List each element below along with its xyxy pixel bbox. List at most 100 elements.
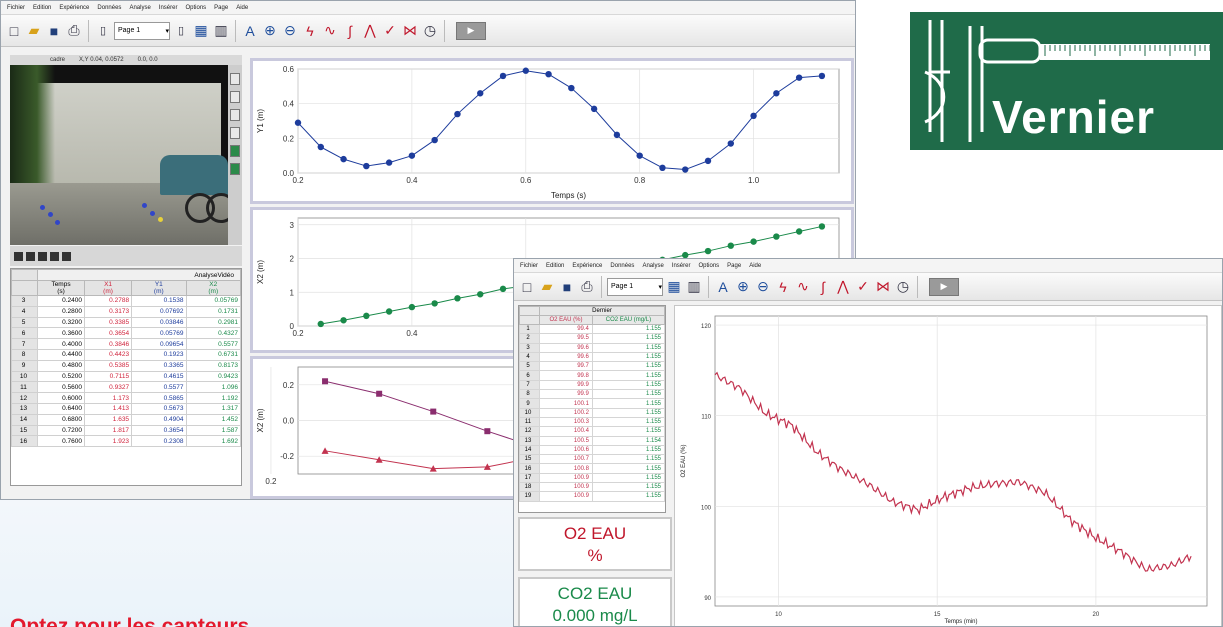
table-cell[interactable]: 99.5 [539, 333, 593, 344]
table-row[interactable]: 12 0.6000 1.173 0.5865 1.192 [11, 392, 241, 404]
table-row[interactable]: 16 100.8 1.155 [519, 463, 665, 474]
table-cell[interactable]: 0.4800 [36, 359, 86, 372]
collect-button[interactable]: ▶ [929, 277, 959, 296]
data-point[interactable] [477, 90, 484, 97]
data-point[interactable] [636, 152, 643, 159]
table-cell[interactable]: 0.2308 [131, 435, 187, 448]
data-point[interactable] [818, 72, 826, 80]
table-row[interactable]: 14 0.6800 1.635 0.4904 1.452 [11, 413, 241, 426]
table-row[interactable]: 15 100.7 1.155 [519, 454, 665, 465]
menu-options[interactable]: Options [185, 5, 206, 11]
menu-analyse[interactable]: Analyse [642, 263, 663, 269]
video-tool-photo-distance[interactable] [230, 127, 240, 139]
autoscale-icon[interactable]: A [714, 277, 732, 297]
stopwatch-icon[interactable]: ◷ [894, 277, 912, 297]
menu-fichier[interactable]: Fichier [7, 5, 25, 11]
column-header[interactable]: X2 (m) [185, 280, 241, 296]
table-cell[interactable]: 0.8173 [185, 359, 241, 372]
video-tool-sync[interactable] [230, 163, 240, 175]
table-cell[interactable]: 0.1923 [131, 348, 187, 361]
table-cell[interactable]: 0.3654 [84, 327, 133, 340]
table-row[interactable]: 3 0.2400 0.2788 0.1538 0.05769 [11, 295, 241, 307]
table-row[interactable]: 10 100.2 1.155 [519, 407, 665, 418]
data-point[interactable] [795, 74, 803, 81]
table-row[interactable]: 13 100.5 1.154 [519, 435, 665, 446]
data-point[interactable] [773, 90, 780, 97]
page-icon[interactable]: ▯ [94, 21, 112, 41]
menu-analyse[interactable]: Analyse [129, 5, 150, 11]
menu-aide[interactable]: Aide [749, 263, 761, 269]
table-cell[interactable]: 0.1538 [131, 295, 187, 307]
table-row[interactable]: 4 99.6 1.155 [519, 351, 665, 363]
table-cell[interactable]: 0.3385 [84, 316, 133, 329]
stopwatch-icon[interactable]: ◷ [421, 21, 439, 41]
data-point[interactable] [385, 159, 393, 166]
page-select[interactable]: Page 1 ▾ [114, 21, 170, 40]
data-point[interactable] [499, 72, 507, 80]
table-cell[interactable]: 0.05769 [131, 327, 187, 340]
integral-icon[interactable]: ∫ [341, 21, 359, 41]
table-cell[interactable]: 1.155 [591, 463, 665, 474]
data-point[interactable] [818, 223, 826, 230]
table-row[interactable]: 16 0.7600 1.923 0.2308 1.692 [11, 435, 241, 448]
table-cell[interactable]: 0.09654 [131, 338, 187, 350]
data-point[interactable] [430, 408, 437, 415]
table-cell[interactable]: 1.155 [591, 426, 665, 437]
table-cell[interactable]: 1.155 [591, 389, 665, 400]
table-cell[interactable]: 1.155 [591, 444, 665, 456]
table-cell[interactable]: 99.6 [539, 351, 593, 363]
table-row[interactable]: 9 0.4800 0.5385 0.3365 0.8173 [11, 359, 241, 372]
table-cell[interactable]: 0.4615 [131, 370, 187, 383]
table-cell[interactable]: 99.7 [539, 361, 593, 372]
save-icon[interactable]: ■ [558, 277, 576, 297]
table-cell[interactable]: 0.7200 [36, 424, 86, 437]
table-cell[interactable]: 1.192 [185, 392, 241, 404]
table-row[interactable]: 12 100.4 1.155 [519, 426, 665, 437]
table-cell[interactable]: 1.817 [84, 424, 133, 437]
column-header[interactable]: X1 (m) [84, 280, 133, 296]
table-cell[interactable]: 0.3600 [36, 327, 86, 340]
data-point[interactable] [750, 112, 757, 119]
table-cell[interactable]: 1.155 [591, 361, 665, 372]
open-folder-icon[interactable]: ▰ [25, 21, 43, 41]
table-cell[interactable]: 100.2 [539, 407, 593, 418]
table-row[interactable]: 8 0.4400 0.4423 0.1923 0.6731 [11, 348, 241, 361]
zoom-out-icon[interactable]: ⊖ [754, 277, 772, 297]
table-cell[interactable]: 100.3 [539, 416, 593, 428]
table-cell[interactable]: 0.9327 [84, 381, 133, 394]
table-cell[interactable]: 100.9 [539, 491, 593, 502]
table-cell[interactable]: 100.5 [539, 435, 593, 446]
table-cell[interactable]: 0.5577 [131, 381, 187, 394]
next-page-icon[interactable]: ▯ [172, 21, 190, 41]
tracking-point[interactable] [150, 211, 155, 216]
data-point[interactable] [659, 164, 666, 171]
table-cell[interactable]: 0.3846 [84, 338, 133, 350]
play-icon[interactable] [14, 251, 23, 261]
meter-icon[interactable]: ▥ [212, 21, 230, 41]
table-cell[interactable]: 0.3365 [131, 359, 187, 372]
table-cell[interactable]: 0.6731 [185, 348, 241, 361]
graph-y1-panel[interactable]: 0.2 0.4 0.6 0.8 1.0 0.0 0.2 0.4 0.6 Temps (s) Y1 (… [250, 58, 854, 204]
table-cell[interactable]: 100.7 [539, 454, 593, 465]
table-cell[interactable]: 1.413 [84, 402, 133, 415]
menu-experience[interactable]: Expérience [572, 263, 602, 269]
data-point[interactable] [363, 312, 370, 320]
table-cell[interactable]: 1.096 [185, 381, 241, 394]
table-cell[interactable]: 0.4400 [36, 348, 86, 361]
data-point[interactable] [522, 67, 529, 74]
data-point[interactable] [408, 303, 416, 311]
graph-y1[interactable]: 0.2 0.4 0.6 0.8 1.00.00.20.40.6Temps (s)Y1 (… [253, 61, 851, 201]
data-point[interactable] [408, 152, 416, 159]
zoom-in-icon[interactable]: ⊕ [261, 21, 279, 41]
meter-icon[interactable]: ▥ [685, 277, 703, 297]
table-cell[interactable]: 100.9 [539, 482, 593, 493]
forward-icon[interactable] [62, 251, 71, 261]
data-point[interactable] [590, 105, 598, 113]
tracking-point[interactable] [40, 205, 45, 210]
step-forward-icon[interactable] [38, 251, 47, 261]
table-cell[interactable]: 1.155 [591, 333, 665, 344]
tracking-point[interactable] [55, 220, 60, 225]
table-row[interactable]: 4 0.2800 0.3173 0.07692 0.1731 [11, 305, 241, 318]
table-cell[interactable]: 100.1 [539, 398, 593, 409]
data-point[interactable] [454, 295, 461, 302]
